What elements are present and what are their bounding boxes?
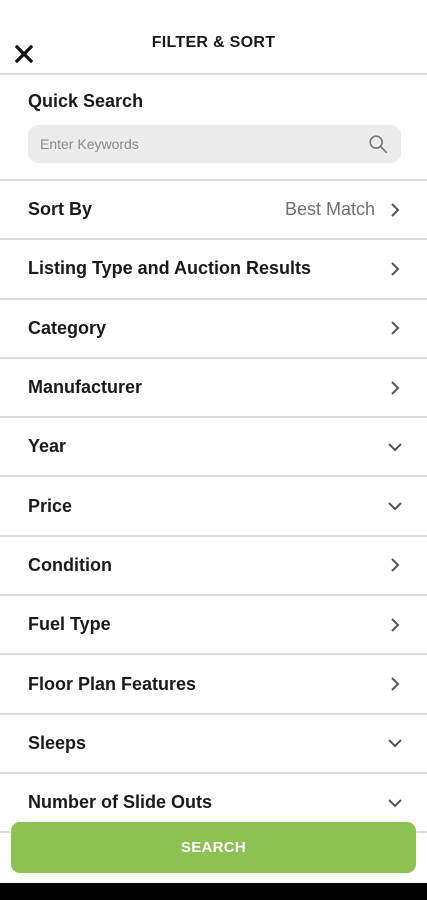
chevron-right-icon	[391, 618, 400, 632]
quick-search-section: Quick Search	[0, 75, 427, 181]
filter-label: Category	[28, 317, 107, 338]
search-box[interactable]	[28, 125, 401, 163]
close-icon	[14, 44, 34, 64]
filter-value: Best Match	[284, 199, 375, 220]
filter-label: Year	[28, 436, 67, 457]
chevron-right-icon	[391, 380, 400, 395]
filter-label: Sleeps	[28, 732, 87, 753]
filter-label: Fuel Type	[28, 614, 111, 635]
filter-row-sleeps[interactable]: Sleeps	[0, 715, 427, 774]
filter-label: Condition	[28, 554, 112, 575]
chevron-down-icon	[388, 798, 402, 808]
quick-search-label: Quick Search	[28, 91, 144, 111]
filter-label: Manufacturer	[28, 377, 143, 398]
filter-row-manufacturer[interactable]: Manufacturer	[0, 359, 427, 419]
chevron-down-icon	[388, 443, 402, 452]
page-title: FILTER & SORT	[151, 33, 276, 51]
search-input[interactable]	[40, 136, 367, 152]
filter-label: Price	[28, 495, 73, 516]
filter-row-year[interactable]: Year	[0, 418, 427, 478]
filter-row-listing-type[interactable]: Listing Type and Auction Results	[0, 240, 427, 300]
filter-row-sort-by[interactable]: Sort By Best Match	[0, 181, 427, 241]
chevron-right-icon	[391, 321, 400, 335]
chevron-right-icon	[391, 558, 400, 573]
chevron-right-icon	[391, 677, 400, 691]
filter-sort-screen: FILTER & SORT Quick Search Sort By Best …	[0, 0, 427, 900]
filter-row-floor-plan-features[interactable]: Floor Plan Features	[0, 655, 427, 715]
search-button[interactable]: SEARCH	[11, 822, 416, 873]
chevron-down-icon	[388, 739, 402, 748]
chevron-down-icon	[388, 502, 402, 511]
close-button[interactable]	[12, 42, 36, 66]
header: FILTER & SORT	[0, 0, 427, 75]
filter-row-fuel-type[interactable]: Fuel Type	[0, 596, 427, 656]
filter-list: Sort By Best Match Listing Type and Auct…	[0, 181, 427, 834]
search-icon[interactable]	[367, 133, 389, 155]
filter-row-price[interactable]: Price	[0, 477, 427, 537]
filter-label: Listing Type and Auction Results	[28, 258, 312, 279]
chevron-right-icon	[391, 202, 400, 217]
filter-label: Sort By	[28, 199, 93, 220]
filter-label: Floor Plan Features	[28, 673, 197, 694]
filter-row-category[interactable]: Category	[0, 300, 427, 359]
filter-row-condition[interactable]: Condition	[0, 537, 427, 597]
system-navigation-bar	[0, 883, 427, 900]
chevron-right-icon	[391, 262, 400, 276]
filter-label: Number of Slide Outs	[28, 792, 213, 813]
